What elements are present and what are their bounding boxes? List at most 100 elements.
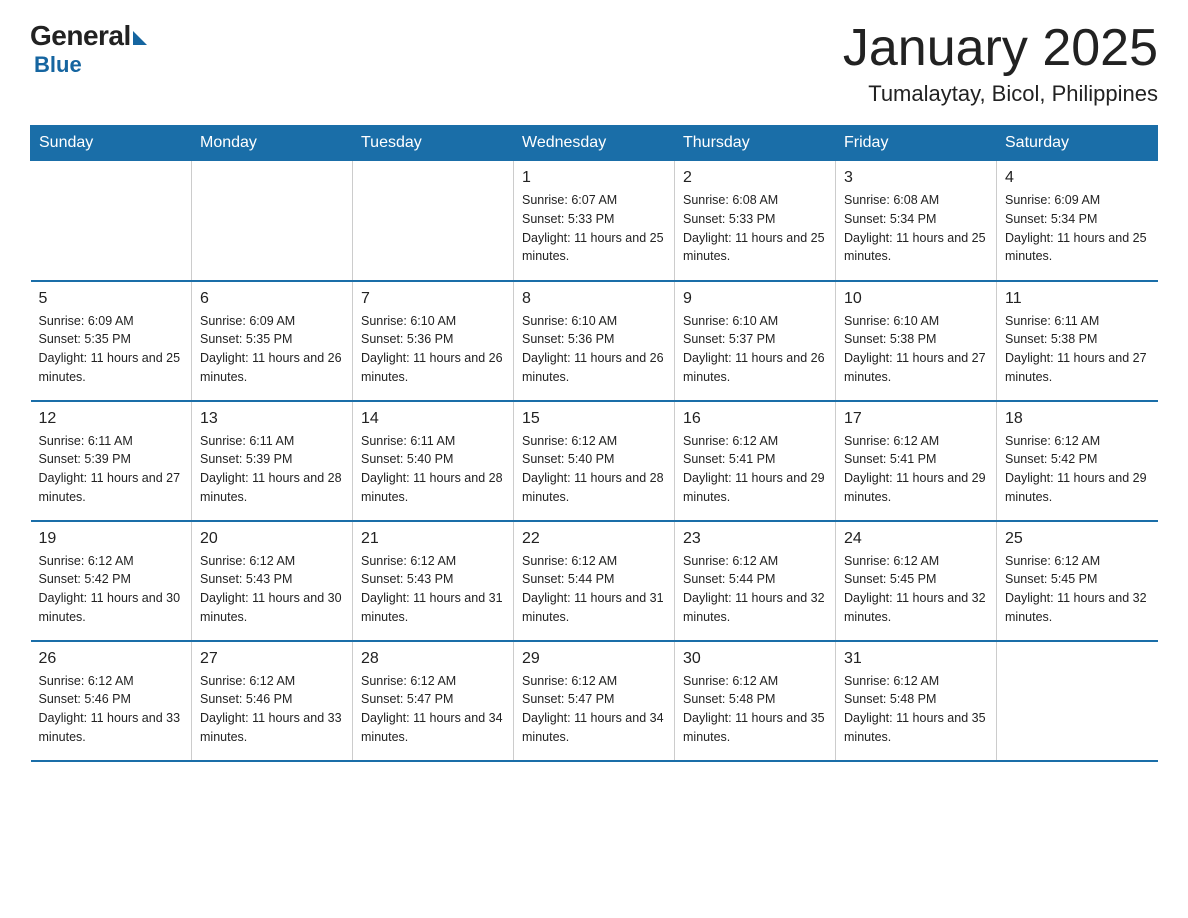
day-info: Sunrise: 6:12 AMSunset: 5:44 PMDaylight:… (683, 552, 827, 627)
logo-general-text: General (30, 20, 131, 52)
calendar-cell: 9 Sunrise: 6:10 AMSunset: 5:37 PMDaylight… (675, 281, 836, 401)
calendar-cell (997, 641, 1158, 761)
calendar-cell: 24 Sunrise: 6:12 AMSunset: 5:45 PMDayligh… (836, 521, 997, 641)
day-number: 14 (361, 410, 505, 428)
day-info: Sunrise: 6:12 AMSunset: 5:46 PMDaylight:… (39, 672, 184, 747)
calendar-cell: 12Sunrise: 6:11 AMSunset: 5:39 PMDayligh… (31, 401, 192, 521)
day-info: Sunrise: 6:12 AMSunset: 5:44 PMDaylight:… (522, 552, 666, 627)
calendar-cell: 7 Sunrise: 6:10 AMSunset: 5:36 PMDaylight… (353, 281, 514, 401)
day-number: 20 (200, 530, 344, 548)
calendar-header-row: Sunday Monday Tuesday Wednesday Thursday… (31, 126, 1158, 161)
calendar-cell: 22Sunrise: 6:12 AMSunset: 5:44 PMDayligh… (514, 521, 675, 641)
day-number: 4 (1005, 169, 1150, 187)
calendar-cell: 16 Sunrise: 6:12 AMSunset: 5:41 PMDayligh… (675, 401, 836, 521)
calendar-week-row: 1 Sunrise: 6:07 AMSunset: 5:33 PMDaylight… (31, 161, 1158, 281)
calendar-cell: 18 Sunrise: 6:12 AMSunset: 5:42 PMDayligh… (997, 401, 1158, 521)
day-info: Sunrise: 6:10 AMSunset: 5:36 PMDaylight:… (522, 312, 666, 387)
day-number: 5 (39, 290, 184, 308)
day-info: Sunrise: 6:12 AMSunset: 5:47 PMDaylight:… (361, 672, 505, 747)
day-info: Sunrise: 6:10 AMSunset: 5:38 PMDaylight:… (844, 312, 988, 387)
day-info: Sunrise: 6:12 AMSunset: 5:46 PMDaylight:… (200, 672, 344, 747)
calendar-cell: 21 Sunrise: 6:12 AMSunset: 5:43 PMDayligh… (353, 521, 514, 641)
day-number: 15 (522, 410, 666, 428)
day-number: 25 (1005, 530, 1150, 548)
calendar-cell: 15 Sunrise: 6:12 AMSunset: 5:40 PMDayligh… (514, 401, 675, 521)
day-info: Sunrise: 6:12 AMSunset: 5:41 PMDaylight:… (683, 432, 827, 507)
calendar-cell: 25 Sunrise: 6:12 AMSunset: 5:45 PMDayligh… (997, 521, 1158, 641)
day-info: Sunrise: 6:10 AMSunset: 5:36 PMDaylight:… (361, 312, 505, 387)
calendar-cell: 1 Sunrise: 6:07 AMSunset: 5:33 PMDaylight… (514, 161, 675, 281)
calendar-cell: 26 Sunrise: 6:12 AMSunset: 5:46 PMDayligh… (31, 641, 192, 761)
day-number: 28 (361, 650, 505, 668)
calendar-cell: 14Sunrise: 6:11 AMSunset: 5:40 PMDayligh… (353, 401, 514, 521)
day-info: Sunrise: 6:11 AMSunset: 5:38 PMDaylight:… (1005, 312, 1150, 387)
day-number: 11 (1005, 290, 1150, 308)
calendar-cell: 31Sunrise: 6:12 AMSunset: 5:48 PMDayligh… (836, 641, 997, 761)
day-number: 12 (39, 410, 184, 428)
day-number: 16 (683, 410, 827, 428)
day-number: 3 (844, 169, 988, 187)
day-number: 24 (844, 530, 988, 548)
calendar-cell: 20Sunrise: 6:12 AMSunset: 5:43 PMDayligh… (192, 521, 353, 641)
day-number: 6 (200, 290, 344, 308)
day-info: Sunrise: 6:12 AMSunset: 5:40 PMDaylight:… (522, 432, 666, 507)
calendar-cell (31, 161, 192, 281)
day-number: 26 (39, 650, 184, 668)
calendar-cell: 3 Sunrise: 6:08 AMSunset: 5:34 PMDaylight… (836, 161, 997, 281)
day-number: 7 (361, 290, 505, 308)
header-monday: Monday (192, 126, 353, 161)
day-number: 29 (522, 650, 666, 668)
calendar-cell: 2Sunrise: 6:08 AMSunset: 5:33 PMDaylight… (675, 161, 836, 281)
day-info: Sunrise: 6:08 AMSunset: 5:34 PMDaylight:… (844, 191, 988, 266)
day-number: 1 (522, 169, 666, 187)
day-number: 10 (844, 290, 988, 308)
day-info: Sunrise: 6:12 AMSunset: 5:43 PMDaylight:… (361, 552, 505, 627)
day-info: Sunrise: 6:10 AMSunset: 5:37 PMDaylight:… (683, 312, 827, 387)
day-number: 9 (683, 290, 827, 308)
calendar-week-row: 12Sunrise: 6:11 AMSunset: 5:39 PMDayligh… (31, 401, 1158, 521)
calendar-cell: 29Sunrise: 6:12 AMSunset: 5:47 PMDayligh… (514, 641, 675, 761)
calendar-cell: 10 Sunrise: 6:10 AMSunset: 5:38 PMDayligh… (836, 281, 997, 401)
header-saturday: Saturday (997, 126, 1158, 161)
calendar-cell: 8 Sunrise: 6:10 AMSunset: 5:36 PMDaylight… (514, 281, 675, 401)
day-info: Sunrise: 6:12 AMSunset: 5:45 PMDaylight:… (1005, 552, 1150, 627)
header-friday: Friday (836, 126, 997, 161)
day-info: Sunrise: 6:12 AMSunset: 5:42 PMDaylight:… (1005, 432, 1150, 507)
page-header: General Blue January 2025 Tumalaytay, Bi… (30, 20, 1158, 107)
calendar-table: Sunday Monday Tuesday Wednesday Thursday… (30, 125, 1158, 762)
calendar-cell: 28 Sunrise: 6:12 AMSunset: 5:47 PMDayligh… (353, 641, 514, 761)
calendar-week-row: 26 Sunrise: 6:12 AMSunset: 5:46 PMDayligh… (31, 641, 1158, 761)
header-wednesday: Wednesday (514, 126, 675, 161)
calendar-cell: 19 Sunrise: 6:12 AMSunset: 5:42 PMDayligh… (31, 521, 192, 641)
day-info: Sunrise: 6:09 AMSunset: 5:34 PMDaylight:… (1005, 191, 1150, 266)
day-info: Sunrise: 6:12 AMSunset: 5:42 PMDaylight:… (39, 552, 184, 627)
header-thursday: Thursday (675, 126, 836, 161)
day-info: Sunrise: 6:12 AMSunset: 5:45 PMDaylight:… (844, 552, 988, 627)
day-info: Sunrise: 6:12 AMSunset: 5:41 PMDaylight:… (844, 432, 988, 507)
header-tuesday: Tuesday (353, 126, 514, 161)
calendar-cell: 11 Sunrise: 6:11 AMSunset: 5:38 PMDayligh… (997, 281, 1158, 401)
calendar-cell: 5 Sunrise: 6:09 AMSunset: 5:35 PMDaylight… (31, 281, 192, 401)
calendar-cell: 17Sunrise: 6:12 AMSunset: 5:41 PMDayligh… (836, 401, 997, 521)
day-info: Sunrise: 6:12 AMSunset: 5:48 PMDaylight:… (844, 672, 988, 747)
calendar-cell: 6Sunrise: 6:09 AMSunset: 5:35 PMDaylight… (192, 281, 353, 401)
logo-arrow-icon (133, 31, 147, 45)
day-number: 18 (1005, 410, 1150, 428)
day-info: Sunrise: 6:12 AMSunset: 5:48 PMDaylight:… (683, 672, 827, 747)
calendar-cell: 4 Sunrise: 6:09 AMSunset: 5:34 PMDaylight… (997, 161, 1158, 281)
day-info: Sunrise: 6:07 AMSunset: 5:33 PMDaylight:… (522, 191, 666, 266)
calendar-week-row: 5 Sunrise: 6:09 AMSunset: 5:35 PMDaylight… (31, 281, 1158, 401)
header-sunday: Sunday (31, 126, 192, 161)
calendar-cell (353, 161, 514, 281)
day-number: 19 (39, 530, 184, 548)
calendar-cell: 30 Sunrise: 6:12 AMSunset: 5:48 PMDayligh… (675, 641, 836, 761)
day-number: 8 (522, 290, 666, 308)
day-number: 2 (683, 169, 827, 187)
calendar-cell: 27Sunrise: 6:12 AMSunset: 5:46 PMDayligh… (192, 641, 353, 761)
logo-blue-text: Blue (34, 52, 82, 78)
day-number: 30 (683, 650, 827, 668)
day-number: 21 (361, 530, 505, 548)
calendar-subtitle: Tumalaytay, Bicol, Philippines (843, 81, 1158, 107)
day-info: Sunrise: 6:09 AMSunset: 5:35 PMDaylight:… (39, 312, 184, 387)
logo: General Blue (30, 20, 147, 78)
